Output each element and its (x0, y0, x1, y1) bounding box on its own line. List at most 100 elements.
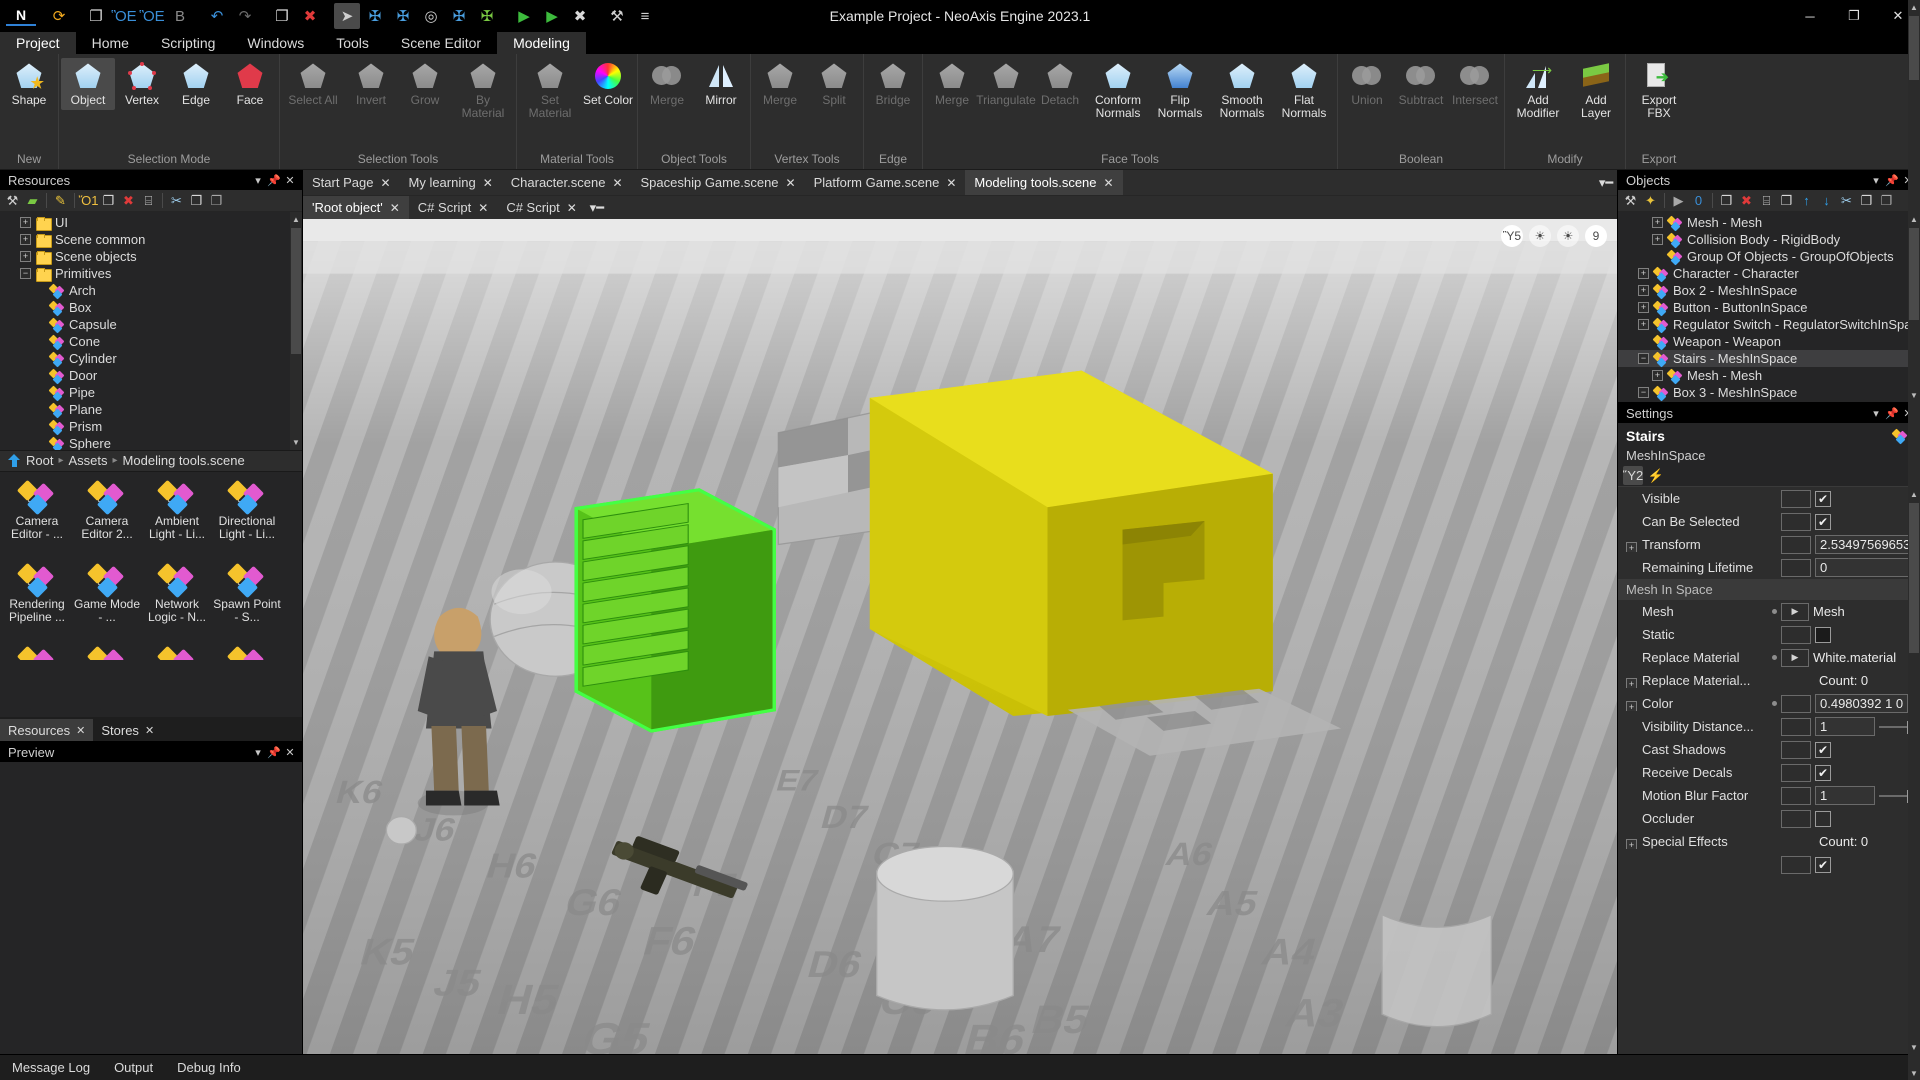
menu-item-home[interactable]: Home (76, 32, 145, 54)
ribbon-button-detach[interactable]: Detach (1033, 58, 1087, 110)
menu-item-modeling[interactable]: Modeling (497, 32, 586, 54)
property-spin-box[interactable] (1781, 559, 1811, 577)
paste-icon[interactable]: ❐ (207, 191, 226, 210)
settings-tools-icon[interactable]: ⚒ (1621, 191, 1640, 210)
expander-icon[interactable] (34, 404, 45, 415)
paste-icon[interactable]: ❐ (1877, 191, 1896, 210)
tree-item-door[interactable]: Door (0, 367, 302, 384)
maximize-button[interactable]: ❐ (1832, 0, 1876, 32)
editor-tab-modeling-tools-scene[interactable]: Modeling tools.scene ✕ (965, 170, 1122, 195)
breadcrumb-item-modeling-tools-scene[interactable]: Modeling tools.scene (123, 453, 245, 468)
property-text-input[interactable]: 1 (1815, 717, 1875, 736)
chevron-down-icon[interactable]: ▾ (250, 744, 266, 760)
expander-icon[interactable]: + (1626, 701, 1637, 711)
events-icon[interactable]: ⚡ (1646, 466, 1666, 485)
move-down-icon[interactable]: ↓ (1817, 191, 1836, 210)
expander-icon[interactable] (34, 387, 45, 398)
ribbon-button-object[interactable]: Object (61, 58, 115, 110)
menu-item-scene-editor[interactable]: Scene Editor (385, 32, 497, 54)
settings-tools-icon[interactable]: ⚒ (3, 191, 22, 210)
bottom-tab-stores[interactable]: Stores ✕ (93, 719, 162, 741)
property-spin-box[interactable] (1781, 810, 1811, 828)
ribbon-button-set-material[interactable]: Set Material (519, 58, 581, 123)
menu-item-tools[interactable]: Tools (320, 32, 385, 54)
menu-item-scripting[interactable]: Scripting (145, 32, 231, 54)
close-icon[interactable]: ✕ (567, 201, 577, 215)
rename-icon[interactable]: ⌸ (139, 191, 158, 210)
object-item-group-of-objects-groupofobjects[interactable]: Group Of Objects - GroupOfObjects (1618, 248, 1920, 265)
status-item-message-log[interactable]: Message Log (0, 1055, 102, 1080)
ribbon-button-merge[interactable]: Merge (925, 58, 979, 110)
expander-icon[interactable] (34, 370, 45, 381)
property-checkbox[interactable]: ✔ (1815, 765, 1831, 781)
property-spin-box[interactable] (1781, 490, 1811, 508)
move-up-icon[interactable]: ↑ (1797, 191, 1816, 210)
rotate-tool-icon[interactable]: ✠ (390, 3, 416, 29)
scroll-down-icon[interactable]: ▼ (290, 436, 302, 450)
editor-tab-character-scene[interactable]: Character.scene ✕ (502, 170, 632, 195)
ribbon-button-conform-normals[interactable]: Conform Normals (1087, 58, 1149, 123)
property-dropdown-arrow[interactable]: ▶ (1781, 649, 1809, 667)
play-icon[interactable]: ▶ (1669, 191, 1688, 210)
close-icon[interactable]: ✕ (483, 176, 493, 190)
save-disk-icon[interactable]: ὚B (167, 3, 193, 29)
expander-icon[interactable] (34, 421, 45, 432)
ribbon-button-bridge[interactable]: Bridge (866, 58, 920, 110)
object-item-weapon-weapon[interactable]: Weapon - Weapon (1618, 333, 1920, 350)
property-color-input[interactable]: 0.4980392 1 0 (1815, 694, 1908, 713)
objects-tree[interactable]: + Mesh - Mesh + Collision Body - RigidBody G… (1618, 212, 1920, 402)
editor-tab-start-page[interactable]: Start Page ✕ (303, 170, 400, 195)
object-item-mesh-mesh[interactable]: + Mesh - Mesh (1618, 367, 1920, 384)
scale-tool-icon[interactable]: ◎ (418, 3, 444, 29)
close-icon[interactable]: ✕ (380, 176, 390, 190)
expander-icon[interactable] (1652, 251, 1663, 262)
object-item-regulator-switch-regulatorswitchinspace[interactable]: + Regulator Switch - RegulatorSwitchInSpa… (1618, 316, 1920, 333)
new-file-icon[interactable]: ❐ (99, 191, 118, 210)
tree-item-scene-common[interactable]: + Scene common (0, 231, 302, 248)
new-file-icon[interactable]: ❐ (83, 3, 109, 29)
property-list[interactable]: Visible ✔ Can Be Selected ✔ + Transform 2.5349… (1618, 487, 1920, 1054)
property-spin-box[interactable] (1781, 718, 1811, 736)
scrollbar-thumb[interactable] (1909, 228, 1919, 320)
ribbon-button-flip-normals[interactable]: Flip Normals (1149, 58, 1211, 123)
close-icon[interactable]: ✕ (478, 201, 488, 215)
property-checkbox[interactable]: ✔ (1815, 742, 1831, 758)
chevron-down-icon[interactable]: ▾ (1868, 405, 1884, 421)
light-toggle-icon[interactable]: ☀ (1529, 225, 1551, 247)
chevron-down-icon[interactable]: ▾ (250, 172, 266, 188)
tree-item-plane[interactable]: Plane (0, 401, 302, 418)
delete-icon[interactable]: ✖ (1737, 191, 1756, 210)
asset-item[interactable]: Directional Light - Li... (212, 476, 282, 559)
asset-item[interactable]: Game Mode - ... (72, 559, 142, 642)
expander-icon[interactable]: − (1638, 387, 1649, 398)
expander-icon[interactable]: + (1652, 234, 1663, 245)
close-icon[interactable]: ✕ (390, 201, 400, 215)
properties-icon[interactable]: Ὕ2 (1623, 466, 1643, 485)
property-spin-box[interactable] (1781, 695, 1811, 713)
resources-tree-scrollbar[interactable]: ▲ ▼ (290, 212, 302, 450)
subtab-list-menu-icon[interactable]: ▾━ (586, 196, 608, 219)
save-all-icon[interactable]: ὋE (139, 3, 165, 29)
tree-item-arch[interactable]: Arch (0, 282, 302, 299)
new-folder-icon[interactable]: Ὄ1 (79, 191, 98, 210)
asset-item[interactable]: Camera Editor 2... (72, 476, 142, 559)
redo-icon[interactable]: ↷ (232, 3, 258, 29)
expander-icon[interactable] (1638, 336, 1649, 347)
tab-list-menu-icon[interactable]: ▾━ (1595, 170, 1617, 195)
ribbon-button-union[interactable]: Union (1340, 58, 1394, 110)
undo-icon[interactable]: ↶ (204, 3, 230, 29)
ribbon-button-by-material[interactable]: By Material (452, 58, 514, 123)
expander-icon[interactable]: + (1638, 285, 1649, 296)
ribbon-button-add-modifier[interactable]: ⟶ Add Modifier (1507, 58, 1569, 123)
close-icon[interactable]: ✕ (1104, 176, 1114, 190)
property-dropdown-arrow[interactable]: ▶ (1781, 603, 1809, 621)
camera-icon[interactable]: ὏9 (1585, 225, 1607, 247)
pivot-tool-icon[interactable]: ✠ (474, 3, 500, 29)
property-text-input[interactable]: 2.53497569653467 2 (1815, 535, 1920, 554)
expander-icon[interactable]: − (1638, 353, 1649, 364)
editor-subtab-c-script[interactable]: C# Script ✕ (497, 196, 586, 219)
tree-item-box[interactable]: Box (0, 299, 302, 316)
pin-icon[interactable]: 📌 (266, 744, 282, 760)
property-spin-box[interactable] (1781, 787, 1811, 805)
ribbon-button-subtract[interactable]: Subtract (1394, 58, 1448, 110)
